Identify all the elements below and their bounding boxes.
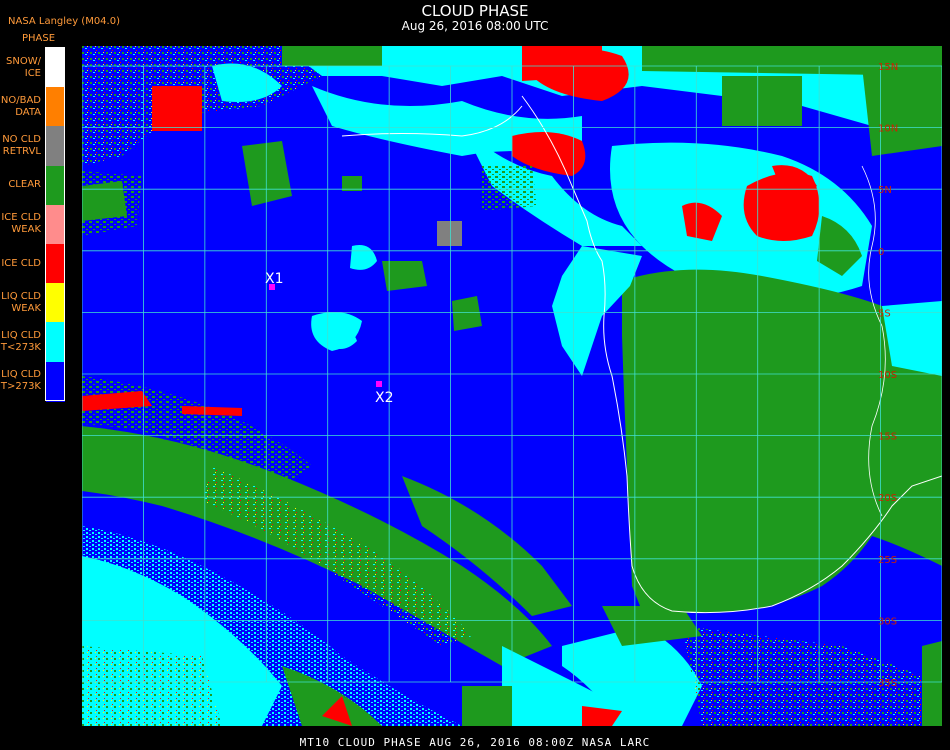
marker-x2 — [376, 381, 382, 387]
latitude-label: 5S — [878, 308, 891, 319]
cloud-phase-map: 15N 10N 5N 0 5S 10S 15S 20S 25S 30S 35S X1 X2 — [82, 46, 942, 726]
footer-caption: MT10 CLOUD PHASE AUG 26, 2016 08:00Z NAS… — [299, 736, 651, 749]
legend-swatch — [46, 244, 65, 284]
legend-swatch — [46, 204, 65, 245]
latitude-label: 5N — [878, 185, 892, 196]
legend-label: LIQ CLD T<273K — [0, 330, 41, 353]
legend-label: SNOW/ ICE — [6, 55, 41, 79]
latitude-label: 20S — [878, 493, 897, 504]
latitude-label: 10N — [878, 124, 898, 135]
latitude-label: 15N — [878, 62, 898, 73]
legend-swatch — [46, 283, 65, 324]
legend-swatch — [46, 48, 65, 88]
marker-x1-label: X1 — [265, 271, 284, 287]
legend-label: ICE CLD WEAK — [1, 212, 41, 236]
legend-swatch — [46, 87, 65, 128]
latitude-label: 25S — [878, 555, 897, 566]
legend-swatch — [46, 126, 65, 167]
legend-heading: PHASE — [22, 33, 56, 44]
legend-label: NO/BAD DATA — [0, 94, 41, 118]
latitude-label: 35S — [878, 678, 897, 689]
legend-label: LIQ CLD WEAK — [1, 290, 41, 314]
legend-label: LIQ CLD T>273K — [0, 369, 41, 393]
latitude-label: 15S — [878, 432, 897, 443]
map-datetime: Aug 26, 2016 08:00 UTC — [401, 19, 549, 33]
legend-label: NO CLD RETRVL — [2, 134, 41, 157]
legend-label: CLEAR — [8, 179, 41, 191]
latitude-label: 30S — [878, 616, 897, 627]
map-title: CLOUD PHASE — [421, 2, 529, 20]
legend-swatch — [46, 322, 65, 363]
legend-swatch — [46, 361, 65, 402]
latitude-label: 10S — [878, 370, 897, 381]
legend-label: ICE CLD — [1, 257, 41, 269]
legend-swatch — [46, 165, 65, 206]
latitude-label: 0 — [878, 247, 884, 258]
marker-x2-label: X2 — [375, 390, 394, 406]
